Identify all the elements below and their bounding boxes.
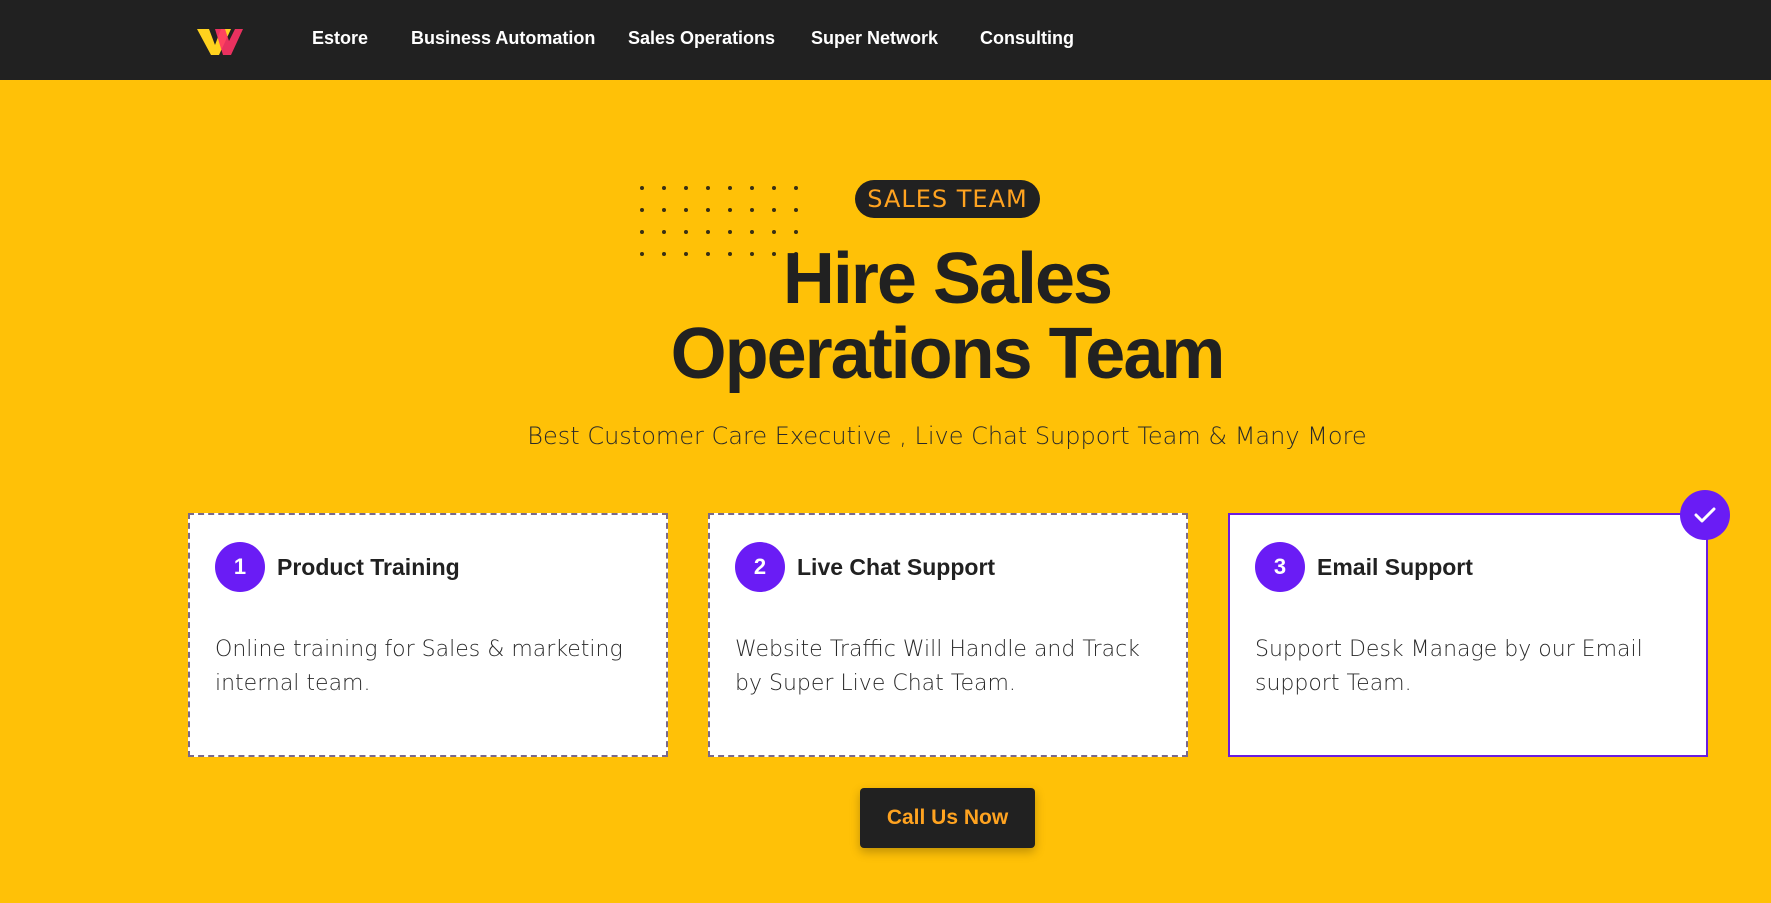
decorative-dot (662, 208, 666, 212)
card-title: Product Training (277, 554, 460, 580)
service-card-product-training[interactable]: 1 Product Training Online training for S… (188, 513, 668, 757)
decorative-dot (640, 186, 644, 190)
card-number-badge: 1 (215, 542, 265, 592)
hero-subtitle: Best Customer Care Executive , Live Chat… (527, 422, 1367, 450)
hero-title-line-1: Hire Sales (782, 239, 1113, 319)
decorative-dot (772, 186, 776, 190)
section-badge: SALES TEAM (855, 180, 1040, 218)
decorative-dot (772, 208, 776, 212)
decorative-dot (750, 230, 754, 234)
card-description: Website Traffic Will Handle and Track by… (735, 637, 1140, 696)
card-title: Live Chat Support (797, 554, 996, 580)
card-number-badge: 2 (735, 542, 785, 592)
service-card-live-chat-support[interactable]: 2 Live Chat Support Website Traffic Will… (708, 513, 1188, 757)
decorative-dot (794, 230, 798, 234)
selected-check-icon (1680, 490, 1730, 540)
hero-title-line-2: Operations Team (670, 314, 1226, 394)
decorative-dot (684, 186, 688, 190)
nav-link-sales-operations[interactable]: Sales Operations (628, 28, 775, 49)
call-us-now-button[interactable]: Call Us Now (860, 788, 1035, 848)
nav-link-consulting[interactable]: Consulting (980, 28, 1074, 49)
card-title: Email Support (1317, 554, 1473, 580)
decorative-dot (794, 208, 798, 212)
decorative-dot (662, 186, 666, 190)
decorative-dot (640, 208, 644, 212)
nav-link-business-automation[interactable]: Business Automation (411, 28, 595, 49)
decorative-dot (728, 230, 732, 234)
decorative-dot (684, 230, 688, 234)
card-description: Online training for Sales & marketing in… (215, 637, 623, 696)
nav-link-super-network[interactable]: Super Network (811, 28, 938, 49)
service-card-email-support[interactable]: 3 Email Support Support Desk Manage by o… (1228, 513, 1708, 757)
decorative-dot (706, 186, 710, 190)
decorative-dot (640, 230, 644, 234)
decorative-dot (794, 186, 798, 190)
card-description: Support Desk Manage by our Email support… (1255, 637, 1643, 696)
decorative-dot (662, 230, 666, 234)
decorative-dot (706, 208, 710, 212)
brand-logo-icon[interactable] (195, 25, 243, 57)
decorative-dot (728, 186, 732, 190)
decorative-dot (728, 208, 732, 212)
decorative-dot (750, 186, 754, 190)
top-navbar: Estore Business Automation Sales Operati… (0, 0, 1771, 80)
decorative-dot (772, 230, 776, 234)
decorative-dot (706, 230, 710, 234)
decorative-dot (684, 208, 688, 212)
decorative-dot (750, 208, 754, 212)
nav-link-estore[interactable]: Estore (312, 28, 368, 49)
card-number-badge: 3 (1255, 542, 1305, 592)
